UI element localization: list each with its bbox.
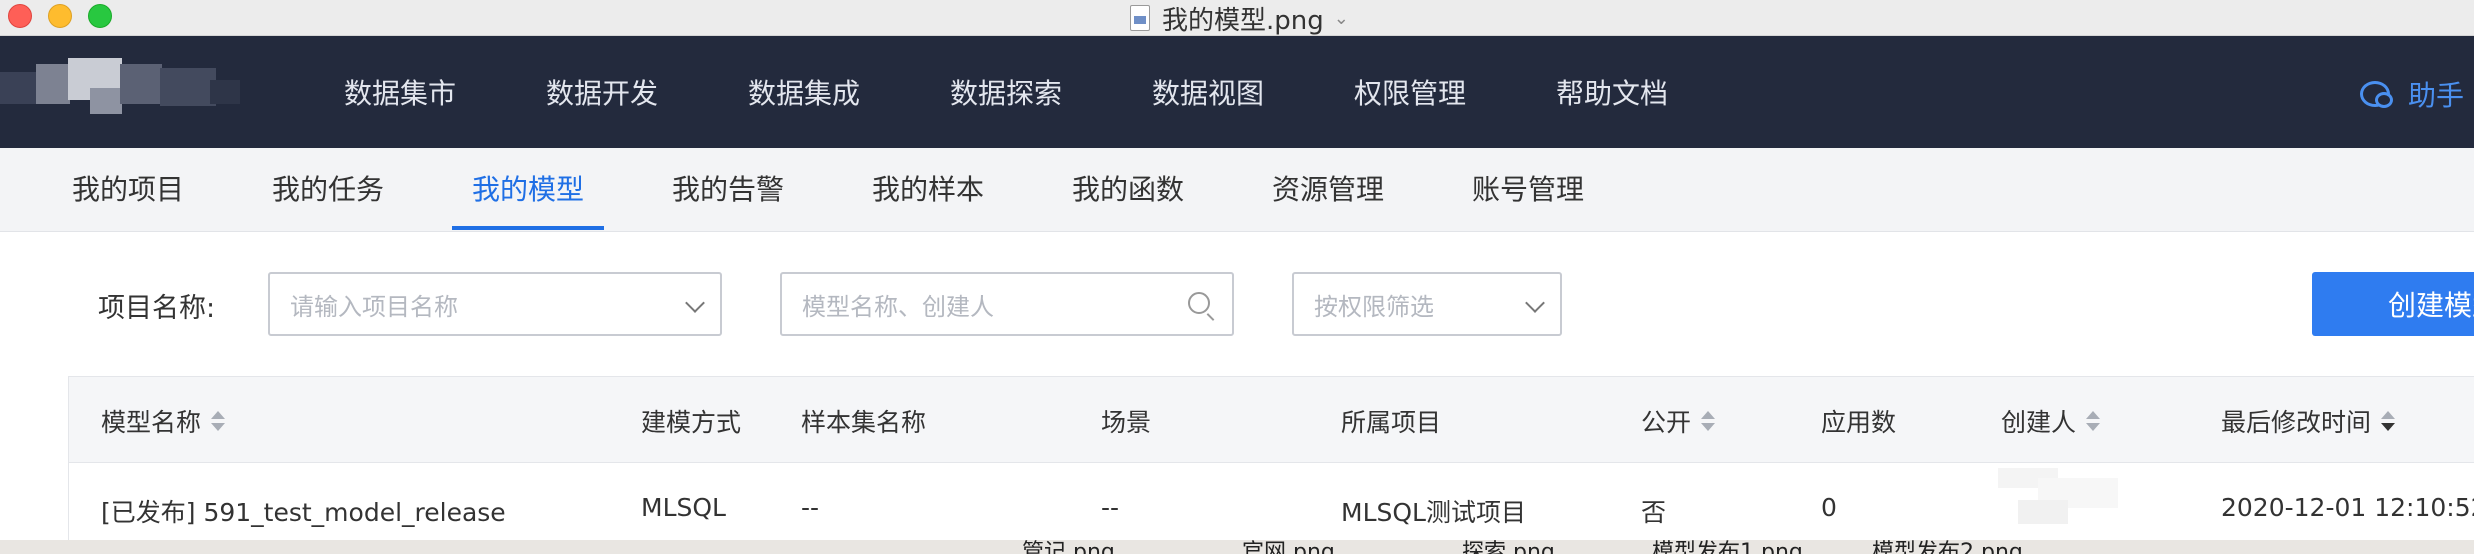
chevron-down-icon: ⌄	[1333, 7, 1349, 29]
permission-filter-placeholder: 按权限筛选	[1314, 292, 1434, 321]
column-header-label: 模型名称	[101, 408, 202, 437]
topnav-data-explore[interactable]: 数据探索	[950, 72, 1062, 112]
column-header-scene: 场景	[1101, 403, 1151, 439]
topnav-help-docs[interactable]: 帮助文档	[1556, 72, 1668, 112]
search-input[interactable]: 模型名称、创建人	[780, 272, 1234, 336]
cell-app-count: 0	[1821, 493, 1837, 522]
window-title-text: 我的模型.png	[1162, 5, 1324, 36]
cell-scene: --	[1101, 493, 1120, 522]
topnav-data-view[interactable]: 数据视图	[1152, 72, 1264, 112]
table-header: 模型名称 建模方式 样本集名称 场景 所属项目 公开 应用数 创建人 最后修改时…	[69, 377, 2474, 463]
topnav-data-dev[interactable]: 数据开发	[546, 72, 658, 112]
sort-icon[interactable]	[2086, 410, 2101, 432]
column-header-label: 创建人	[2001, 408, 2077, 437]
minimize-window-button[interactable]	[48, 4, 72, 28]
background-file-label: 管记.png	[1022, 540, 1115, 554]
chat-bubble-icon	[2360, 81, 2393, 108]
close-window-button[interactable]	[8, 4, 32, 28]
column-header-label: 应用数	[1821, 408, 1897, 437]
topnav-permissions[interactable]: 权限管理	[1354, 72, 1466, 112]
cell-sample-set: --	[801, 493, 820, 522]
tab-my-alerts[interactable]: 我的告警	[672, 168, 784, 208]
creator-redacted	[1998, 468, 2178, 528]
search-placeholder: 模型名称、创建人	[802, 292, 994, 321]
active-tab-indicator	[452, 226, 604, 230]
column-header-model-name[interactable]: 模型名称	[101, 403, 226, 439]
topnav-data-integration[interactable]: 数据集成	[748, 72, 860, 112]
window-title[interactable]: 我的模型.png ⌄	[1130, 3, 1349, 36]
column-header-public[interactable]: 公开	[1641, 403, 1716, 439]
background-file-label: 探索.png	[1462, 540, 1555, 554]
topnav-data-market[interactable]: 数据集市	[344, 72, 456, 112]
zoom-window-button[interactable]	[88, 4, 112, 28]
project-name-label: 项目名称:	[98, 293, 216, 324]
column-header-label: 所属项目	[1341, 408, 1442, 437]
tab-my-samples[interactable]: 我的样本	[872, 168, 984, 208]
permission-filter-select[interactable]: 按权限筛选	[1292, 272, 1562, 336]
cell-public: 否	[1641, 498, 1667, 527]
project-name-placeholder: 请输入项目名称	[290, 292, 458, 321]
secondary-tabs: 我的项目 我的任务 我的模型 我的告警 我的样本 我的函数 资源管理 账号管理	[0, 148, 2474, 232]
background-file-label: 模型发布1.png	[1652, 540, 1803, 554]
image-file-icon	[1130, 5, 1150, 31]
column-header-label: 最后修改时间	[2221, 408, 2372, 437]
brand-logo	[0, 58, 250, 128]
cell-project: MLSQL测试项目	[1341, 498, 1526, 527]
sort-icon[interactable]	[1701, 410, 1716, 432]
project-name-select[interactable]: 请输入项目名称	[268, 272, 722, 336]
cell-model-name[interactable]: [已发布] 591_test_model_release	[101, 493, 506, 529]
top-navigation: 数据集市 数据开发 数据集成 数据探索 数据视图 权限管理 帮助文档 助手	[0, 36, 2474, 148]
tab-my-functions[interactable]: 我的函数	[1072, 168, 1184, 208]
assistant-button[interactable]: 助手	[2360, 74, 2464, 114]
column-header-sample-set: 样本集名称	[801, 403, 926, 439]
tab-account-management[interactable]: 账号管理	[1472, 168, 1584, 208]
create-model-button[interactable]: 创建模型	[2312, 272, 2474, 336]
tab-resource-management[interactable]: 资源管理	[1272, 168, 1384, 208]
column-header-label: 样本集名称	[801, 408, 927, 437]
cell-modified-time: 2020-12-01 12:10:52	[2221, 493, 2474, 522]
tab-my-models[interactable]: 我的模型	[472, 168, 584, 208]
assistant-label: 助手	[2408, 79, 2465, 112]
sort-icon[interactable]	[2381, 410, 2396, 432]
column-header-creator[interactable]: 创建人	[2001, 403, 2101, 439]
search-icon[interactable]	[1188, 292, 1210, 314]
cell-method: MLSQL	[641, 493, 726, 522]
background-window-strip: 管记.png 官网.png 探索.png 模型发布1.png 模型发布2.png	[0, 540, 2474, 554]
column-header-label: 场景	[1101, 408, 1152, 437]
background-file-label: 官网.png	[1242, 540, 1335, 554]
tab-my-projects[interactable]: 我的项目	[72, 168, 184, 208]
window-titlebar: 我的模型.png ⌄	[0, 0, 2474, 36]
column-header-method: 建模方式	[641, 403, 741, 439]
background-file-label: 模型发布2.png	[1872, 540, 2023, 554]
column-header-modified-time[interactable]: 最后修改时间	[2221, 403, 2396, 439]
column-header-label: 公开	[1641, 408, 1692, 437]
column-header-project: 所属项目	[1341, 403, 1441, 439]
column-header-app-count: 应用数	[1821, 403, 1896, 439]
chevron-down-icon	[1525, 293, 1545, 313]
sort-icon[interactable]	[211, 410, 226, 432]
column-header-label: 建模方式	[641, 408, 742, 437]
chevron-down-icon	[685, 293, 705, 313]
tab-my-tasks[interactable]: 我的任务	[272, 168, 384, 208]
